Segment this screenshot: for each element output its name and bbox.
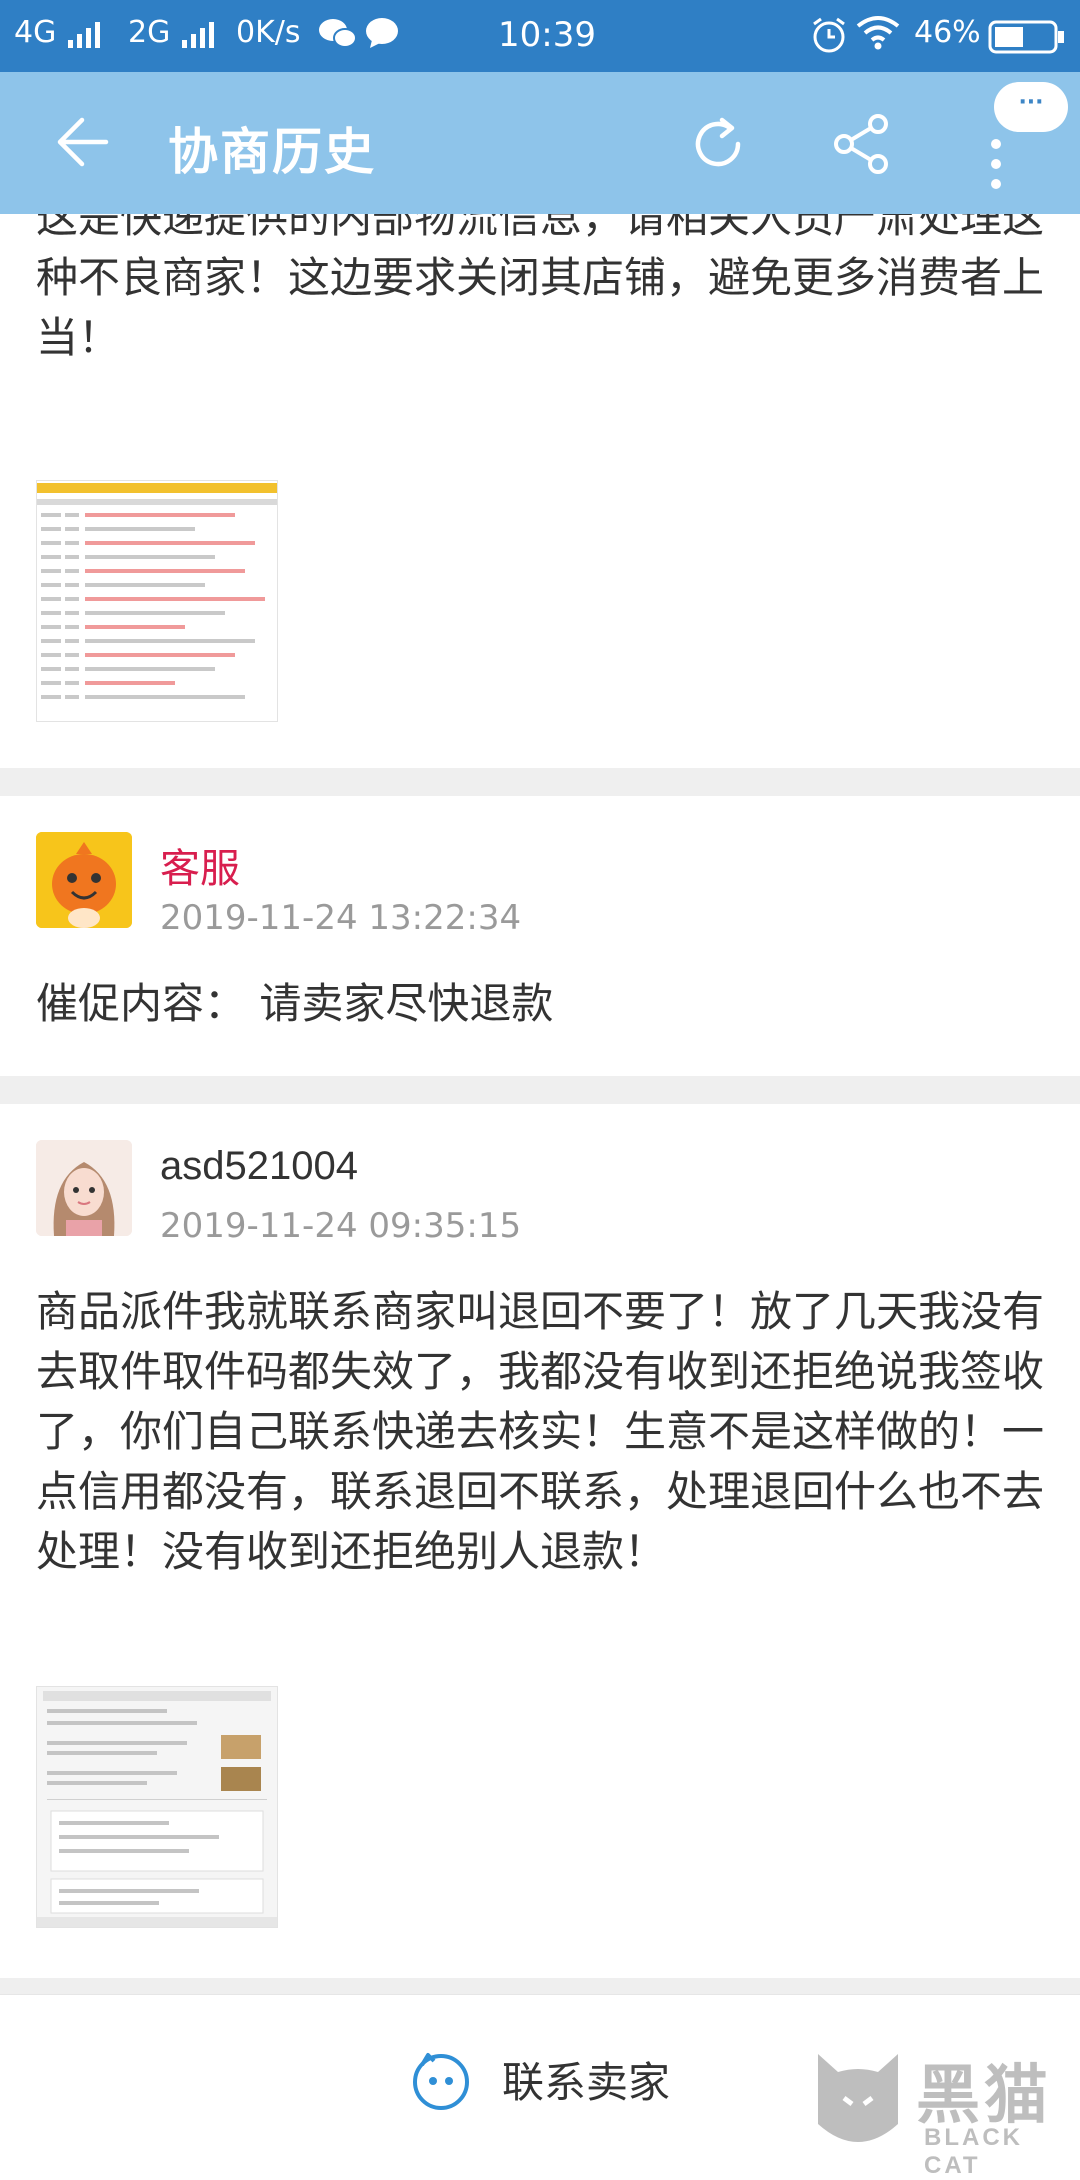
black-cat-logo-icon (818, 2054, 898, 2142)
status-bar: 4G 2G 0K/s 10:39 46% (0, 0, 1080, 72)
attachment-thumbnail[interactable] (36, 1686, 278, 1928)
back-arrow-icon[interactable] (52, 112, 112, 172)
battery-icon (988, 20, 1064, 54)
refresh-icon[interactable] (686, 112, 750, 176)
contact-seller-icon[interactable] (410, 2049, 472, 2111)
sender-name: 客服 (160, 846, 240, 892)
battery-percent: 46% (914, 15, 981, 50)
more-menu-icon[interactable] (980, 122, 1012, 190)
user-avatar (36, 1140, 132, 1236)
title-bar: 协商历史 ··· (0, 72, 1080, 214)
divider (0, 1076, 1080, 1104)
signal-icon (68, 22, 100, 48)
alarm-icon (813, 17, 845, 53)
divider (0, 768, 1080, 796)
wechat-icon (319, 19, 357, 48)
logistics-screenshot-image (37, 481, 277, 721)
contact-seller-button[interactable]: 联系卖家 (502, 2049, 670, 2110)
page-title: 协商历史 (168, 123, 376, 181)
chat-screenshot-image (37, 1687, 277, 1927)
service-avatar (36, 832, 132, 928)
divider (0, 1978, 1080, 1994)
message-text: 这是快递提供的内部物流信息，请相关人员严肃处理这种不良商家！这边要求关闭其店铺，… (36, 214, 1045, 362)
watermark-en-text: BLACK CAT (924, 2124, 1023, 2179)
clock: 10:39 (498, 15, 596, 55)
message-text: 催促内容： 请卖家尽快退款 (36, 979, 554, 1028)
message-timestamp: 2019-11-24 13:22:34 (160, 898, 522, 938)
sender-name: asd521004 (160, 1144, 358, 1188)
watermark-cn-text: 黑猫 (916, 2059, 1052, 2133)
network-2g-label: 2G (128, 15, 171, 50)
negotiation-history-list[interactable]: 这是快递提供的内部物流信息，请相关人员严肃处理这种不良商家！这边要求关闭其店铺，… (0, 214, 1080, 1994)
message-bubble-icon (366, 18, 398, 48)
network-speed: 0K/s (236, 15, 301, 50)
mascot-icon (36, 832, 132, 928)
message-text: 商品派件我就联系商家叫退回不要了！放了几天我没有去取件取件码都失效了，我都没有收… (36, 1287, 1045, 1576)
attachment-thumbnail[interactable] (36, 480, 278, 722)
signal-icon (182, 22, 214, 48)
wifi-icon (856, 16, 900, 50)
message-timestamp: 2019-11-24 09:35:15 (160, 1206, 522, 1246)
share-icon[interactable] (830, 112, 894, 176)
user-portrait-icon (36, 1140, 132, 1236)
message-bubble-button[interactable]: ··· (994, 82, 1068, 132)
watermark: 黑猫 BLACK CAT (808, 2044, 1080, 2179)
network-4g-label: 4G (14, 15, 57, 50)
